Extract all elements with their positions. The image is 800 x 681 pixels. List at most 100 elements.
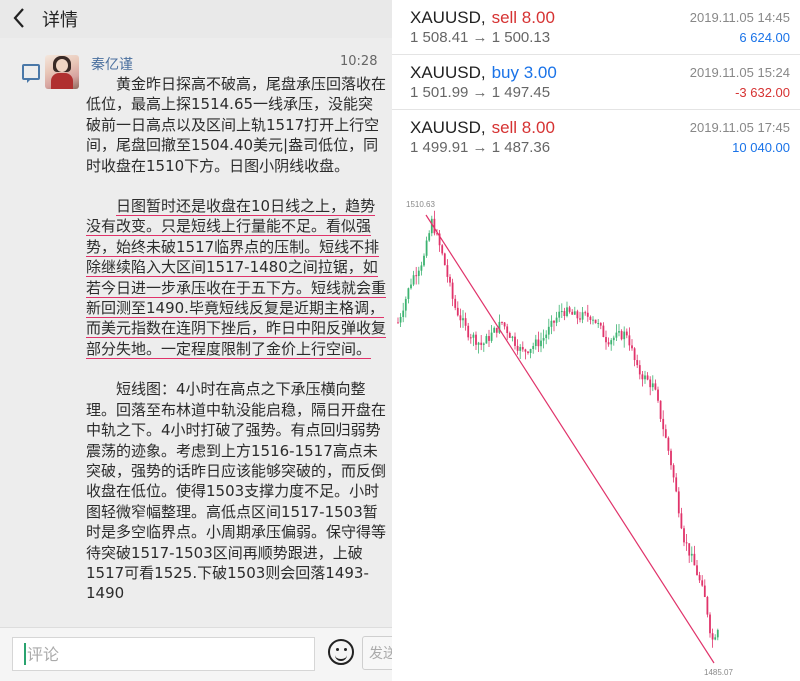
order-price: 1 508.41 → 1 500.13 [410, 29, 551, 46]
candle-body [581, 312, 584, 320]
candle-body [618, 331, 620, 333]
order-profit: 10 040.00 [732, 140, 790, 155]
candle-body [709, 614, 711, 634]
candle-body [420, 265, 423, 271]
emoji-icon[interactable] [328, 639, 354, 665]
trade-panel: XAUUSD, sell 8.00 1 508.41 → 1 500.13 201… [392, 0, 800, 681]
candle-body [412, 275, 415, 285]
candle-body [683, 528, 685, 543]
candle-body [506, 326, 509, 334]
order-row[interactable]: XAUUSD, buy 3.00 1 501.99 → 1 497.45 2019… [392, 55, 800, 110]
candle-body [602, 325, 605, 337]
order-profit: 6 624.00 [739, 30, 790, 45]
candle-body [628, 335, 631, 346]
top-bar: 详情 [0, 0, 392, 38]
candle-body [641, 374, 644, 380]
avatar[interactable] [45, 55, 79, 89]
order-row[interactable]: XAUUSD, sell 8.00 1 499.91 → 1 487.36 201… [392, 110, 800, 165]
candle-body [464, 318, 467, 326]
candle-body [633, 348, 636, 361]
candle-body [696, 565, 698, 576]
candle-body [612, 337, 615, 341]
candle-body [677, 491, 680, 514]
candle-body [638, 365, 641, 375]
candle-body [615, 332, 618, 338]
candle-body [511, 336, 514, 338]
candle-body [659, 400, 662, 419]
username[interactable]: 秦亿谨 [91, 54, 133, 74]
order-type: buy 3.00 [491, 63, 557, 82]
candle-body [501, 321, 503, 323]
candle-body [558, 311, 561, 318]
post-time: 10:28 [340, 54, 378, 69]
order-date: 2019.11.05 17:45 [689, 120, 790, 135]
candle-body [571, 311, 574, 315]
candle-body [441, 245, 444, 254]
page-title: 详情 [42, 10, 78, 31]
candlestick-chart[interactable]: 1510.63 1485.07 [392, 163, 800, 681]
candle-body [631, 345, 633, 349]
candle-body [714, 637, 717, 640]
candle-body [680, 513, 683, 529]
candle-body [485, 336, 488, 344]
candle-body [605, 336, 607, 343]
candle-body [589, 316, 592, 320]
candle-body [404, 298, 407, 311]
candle-body [553, 320, 555, 323]
candle-body [703, 585, 706, 597]
candle-body [698, 575, 701, 581]
order-symbol: XAUUSD, [410, 118, 486, 137]
candle-body [428, 233, 431, 241]
candle-body [459, 315, 462, 321]
comment-bar: 发送 [0, 627, 392, 681]
back-arrow-icon[interactable] [10, 5, 30, 31]
candle-body [690, 553, 693, 556]
candle-body [503, 322, 506, 327]
order-price: 1 501.99 → 1 497.45 [410, 84, 551, 101]
candle-body [597, 323, 600, 325]
message-detail-panel: 详情 秦亿谨 10:28 黄金昨日探高不破高，尾盘承压回落收在低位，最高上探15… [0, 0, 392, 681]
send-button[interactable]: 发送 [362, 636, 392, 670]
high-price-label: 1510.63 [406, 200, 435, 209]
candle-body [472, 334, 475, 338]
candle-body [568, 307, 571, 312]
candle-body [516, 345, 519, 351]
trend-line [425, 214, 715, 664]
candle-body [573, 311, 576, 315]
candle-body [542, 338, 545, 341]
candle-body [508, 333, 511, 338]
candle-body [706, 596, 709, 615]
candle-body [610, 340, 613, 345]
candle-body [443, 253, 446, 266]
order-profit: -3 632.00 [735, 85, 790, 100]
candle-body [417, 270, 420, 276]
candle-body [423, 255, 425, 266]
order-symbol: XAUUSD, [410, 8, 486, 27]
paragraph-2: 日图暂时还是收盘在10日线之上，趋势没有改变。只是短线上行量能不足。看似强势，始… [86, 196, 387, 359]
candle-body [397, 322, 399, 324]
candle-body [514, 336, 516, 346]
candle-body [540, 340, 542, 347]
candle-body [555, 317, 558, 323]
comment-input[interactable] [12, 637, 315, 671]
candle-body [649, 379, 652, 388]
order-date: 2019.11.05 15:24 [689, 65, 790, 80]
candle-body [576, 311, 579, 319]
order-symbol: XAUUSD, [410, 63, 486, 82]
candle-body [475, 334, 477, 345]
order-row[interactable]: XAUUSD, sell 8.00 1 508.41 → 1 500.13 201… [392, 0, 800, 55]
low-price-label: 1485.07 [704, 668, 733, 677]
candle-body [449, 276, 451, 283]
candle-body [532, 346, 535, 350]
candle-body [402, 310, 405, 317]
candle-body [607, 342, 610, 345]
candle-body [579, 318, 581, 320]
candle-body [592, 319, 594, 321]
order-type: sell 8.00 [491, 8, 555, 27]
candle-body [493, 327, 496, 333]
candle-body [599, 323, 602, 326]
candle-body [672, 465, 675, 478]
candle-body [636, 360, 639, 366]
candle-body [521, 347, 524, 350]
candle-body [490, 332, 493, 341]
